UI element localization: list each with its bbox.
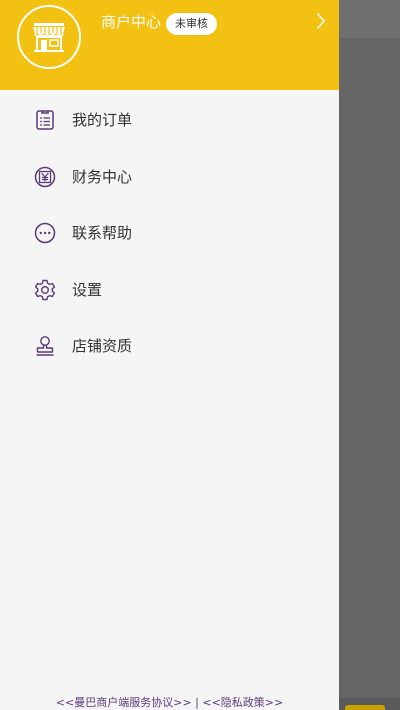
drawer-footer: <<曼巴商户端服务协议>> | <<隐私政策>> bbox=[0, 696, 339, 710]
gear-icon bbox=[34, 279, 56, 300]
privacy-policy-link[interactable]: <<隐私政策>> bbox=[202, 696, 283, 709]
backdrop-app-bar bbox=[339, 0, 400, 38]
finance-yuan-icon bbox=[34, 166, 56, 187]
chat-help-icon bbox=[34, 223, 56, 244]
menu-item-settings[interactable]: 设置 bbox=[0, 262, 339, 319]
menu-item-qualification[interactable]: 店铺资质 bbox=[0, 318, 339, 375]
shop-avatar[interactable] bbox=[17, 5, 81, 69]
menu-label-finance: 财务中心 bbox=[72, 167, 133, 186]
storefront-icon bbox=[33, 23, 65, 52]
status-badge: 未审核 bbox=[166, 13, 217, 35]
drawer-header[interactable]: 商户中心 未审核 bbox=[0, 0, 339, 90]
side-drawer: 商户中心 未审核 我的订单 财务中心 联系帮助 设置 店铺资质 <<曼巴商户端服… bbox=[0, 0, 339, 710]
menu-label-settings: 设置 bbox=[72, 280, 103, 299]
stamp-icon bbox=[36, 336, 54, 356]
menu-label-qualification: 店铺资质 bbox=[72, 337, 133, 356]
service-agreement-link[interactable]: <<曼巴商户端服务协议>> bbox=[56, 696, 192, 709]
menu-label-help: 联系帮助 bbox=[72, 224, 133, 243]
menu-item-orders[interactable]: 我的订单 bbox=[0, 92, 339, 149]
order-list-icon bbox=[36, 110, 54, 130]
menu-item-finance[interactable]: 财务中心 bbox=[0, 149, 339, 206]
footer-separator: | bbox=[195, 696, 199, 709]
shop-name: 商户中心 bbox=[101, 13, 162, 31]
menu-item-help[interactable]: 联系帮助 bbox=[0, 205, 339, 262]
menu-label-orders: 我的订单 bbox=[72, 111, 133, 130]
chevron-right-icon[interactable] bbox=[316, 12, 326, 30]
drawer-menu: 我的订单 财务中心 联系帮助 设置 店铺资质 bbox=[0, 92, 339, 375]
backdrop-bottom-accent bbox=[345, 705, 385, 710]
drawer-backdrop[interactable] bbox=[339, 0, 400, 710]
